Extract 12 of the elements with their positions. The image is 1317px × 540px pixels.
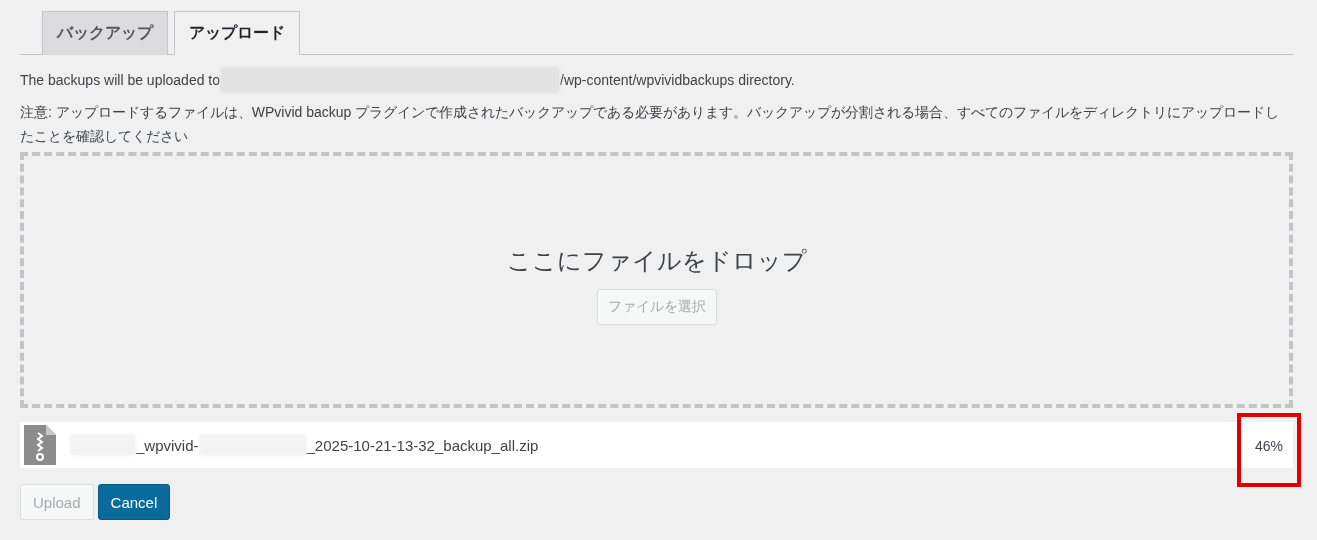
file-name-part: _wpvivid- xyxy=(136,436,199,454)
progress-percent: 46% xyxy=(1254,437,1283,454)
file-name-part: _2025-10-21-13-32_backup_all.zip xyxy=(306,436,539,454)
destination-text: The backups will be uploaded to xyxy=(20,72,221,88)
tab[interactable]: バックアップ xyxy=(42,11,168,55)
drop-zone[interactable]: ここにファイルをドロップ ファイルを選択 xyxy=(20,152,1293,408)
zip-file-icon xyxy=(24,425,56,465)
cancel-button[interactable]: Cancel xyxy=(97,484,171,520)
tab[interactable]: アップロード xyxy=(174,11,300,55)
destination-text: /wp-content/wpvividbackups directory. xyxy=(560,72,795,88)
drop-heading: ここにファイルをドロップ xyxy=(506,246,807,276)
notice-text: 注意: アップロードするファイルは、WPvivid backup プラグインで作成されたバックアップである必要があります。バックアップが分割される場合、すべてのファイルをディレクトリにアップロードしたことを確認してください xyxy=(20,103,1281,146)
